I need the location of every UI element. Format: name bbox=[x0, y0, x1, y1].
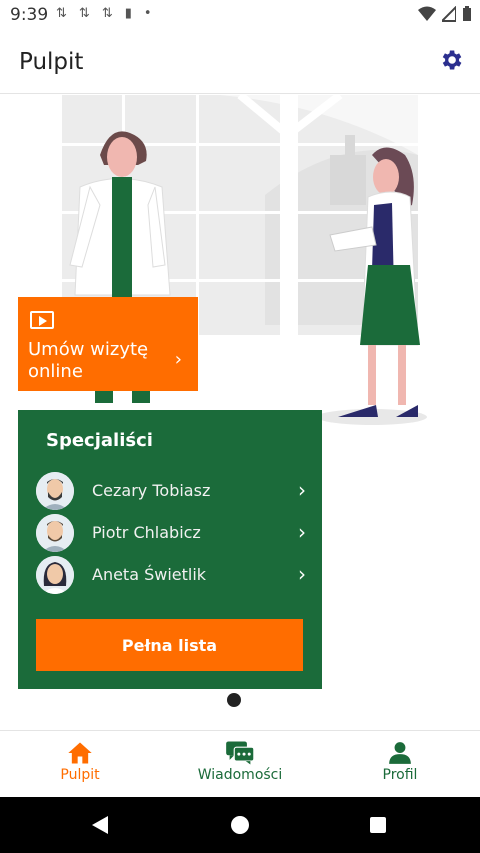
avatar bbox=[36, 472, 74, 510]
full-list-button[interactable]: Pełna lista bbox=[36, 619, 303, 671]
status-time: 9:39 bbox=[10, 5, 49, 25]
notification-icons: ⇅ ⇅ ⇅ ▮ • bbox=[56, 6, 152, 21]
specialist-name: Cezary Tobiasz bbox=[92, 481, 211, 500]
specialist-name: Piotr Chlabicz bbox=[92, 523, 201, 542]
sd-card-icon: ▮ bbox=[124, 6, 132, 21]
page-title: Pulpit bbox=[19, 49, 84, 75]
nav-item-profil[interactable]: Profil bbox=[340, 739, 460, 783]
chevron-right-icon: › bbox=[298, 562, 306, 586]
app-bar: Pulpit bbox=[0, 30, 480, 94]
nav-label: Pulpit bbox=[60, 767, 100, 783]
online-visit-card[interactable]: Umów wizytę online › bbox=[18, 297, 198, 391]
avatar bbox=[36, 556, 74, 594]
specialists-title: Specjaliści bbox=[46, 430, 153, 451]
wifi-icon bbox=[418, 6, 436, 21]
nav-item-wiadomosci[interactable]: Wiadomości bbox=[180, 739, 300, 783]
bottom-navigation: Pulpit Wiadomości Profil bbox=[0, 730, 480, 796]
recents-icon[interactable] bbox=[369, 816, 387, 834]
specialist-row[interactable]: Cezary Tobiasz › bbox=[36, 472, 306, 512]
sync-icon: ⇅ bbox=[78, 6, 90, 21]
avatar bbox=[36, 514, 74, 552]
home-icon bbox=[68, 742, 92, 764]
chat-icon bbox=[226, 741, 255, 765]
specialist-name: Aneta Świetlik bbox=[92, 565, 207, 584]
specialist-row[interactable]: Aneta Świetlik › bbox=[36, 556, 306, 596]
dashboard-content: Umów wizytę online › Specjaliści Cezary … bbox=[0, 95, 480, 730]
battery-icon bbox=[463, 6, 471, 21]
status-bar: 9:39 ⇅ ⇅ ⇅ ▮ • bbox=[0, 0, 480, 30]
video-icon bbox=[30, 311, 54, 329]
sync-icon: ⇅ bbox=[56, 6, 67, 21]
specialist-row[interactable]: Piotr Chlabicz › bbox=[36, 514, 306, 554]
system-navigation-bar bbox=[0, 797, 480, 853]
chevron-right-icon: › bbox=[174, 349, 182, 370]
signal-icon bbox=[442, 6, 456, 22]
back-icon[interactable] bbox=[90, 815, 110, 835]
online-visit-label: Umów wizytę online bbox=[28, 339, 149, 382]
nav-label: Profil bbox=[382, 767, 418, 783]
nav-label: Wiadomości bbox=[197, 767, 283, 783]
nav-item-pulpit[interactable]: Pulpit bbox=[20, 739, 140, 783]
doctors-illustration bbox=[62, 95, 427, 425]
person-icon bbox=[389, 742, 411, 764]
gear-icon[interactable] bbox=[438, 47, 464, 73]
specialists-card: Specjaliści Cezary Tobiasz › Piotr Chlab… bbox=[18, 410, 322, 689]
dot-icon: • bbox=[143, 6, 152, 21]
sync-icon: ⇅ bbox=[101, 6, 113, 21]
chevron-right-icon: › bbox=[298, 520, 306, 544]
chevron-right-icon: › bbox=[298, 478, 306, 502]
system-status-icons bbox=[418, 6, 472, 22]
page-indicator bbox=[227, 693, 241, 707]
home-circle-icon[interactable] bbox=[230, 815, 250, 835]
